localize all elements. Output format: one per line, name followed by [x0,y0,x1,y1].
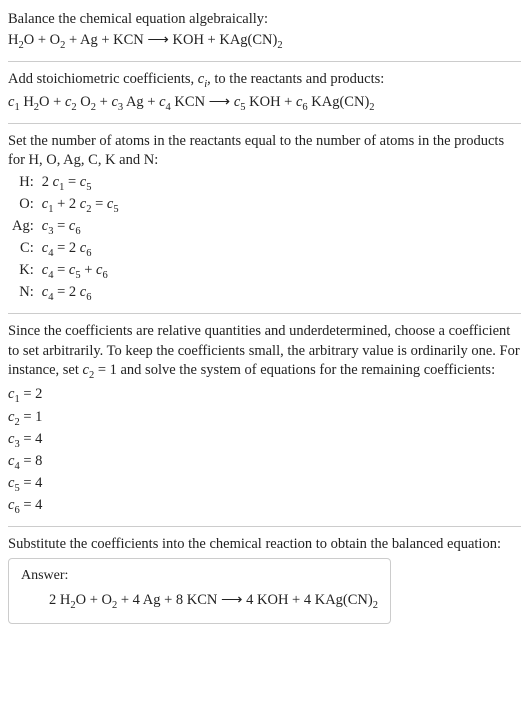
atom-label: O: [8,195,38,217]
coeff-item: c3 = 4 [8,430,521,452]
section-solve: Since the coefficients are relative quan… [8,318,521,522]
atom-label: C: [8,239,38,261]
section-answer: Substitute the coefficients into the che… [8,531,521,629]
divider [8,123,521,124]
coeff-item: c6 = 4 [8,496,521,518]
divider [8,313,521,314]
table-row: N:c4 = 2 c6 [8,283,123,305]
atom-equation: c4 = 2 c6 [38,283,123,305]
atom-label: K: [8,261,38,283]
divider [8,61,521,62]
atom-equation: c4 = c5 + c6 [38,261,123,283]
answer-box: Answer: 2 H2O + O2 + 4 Ag + 8 KCN ⟶ 4 KO… [8,558,391,624]
section-atoms: Set the number of atoms in the reactants… [8,128,521,310]
atom-label: N: [8,283,38,305]
atom-label: H: [8,173,38,195]
atom-equation: c1 + 2 c2 = c5 [38,195,123,217]
stoich-text: Add stoichiometric coefficients, ci, to … [8,70,521,92]
atom-equation: c4 = 2 c6 [38,239,123,261]
coeff-item: c1 = 2 [8,385,521,407]
solve-intro: Since the coefficients are relative quan… [8,322,521,383]
divider [8,526,521,527]
atoms-intro: Set the number of atoms in the reactants… [8,132,521,171]
answer-intro: Substitute the coefficients into the che… [8,535,521,555]
table-row: C:c4 = 2 c6 [8,239,123,261]
stoich-equation: c1 H2O + c2 O2 + c3 Ag + c4 KCN ⟶ c5 KOH… [8,92,521,115]
table-row: K:c4 = c5 + c6 [8,261,123,283]
section-stoichiometric: Add stoichiometric coefficients, ci, to … [8,66,521,119]
atoms-table: H:2 c1 = c5O:c1 + 2 c2 = c5Ag:c3 = c6C:c… [8,173,123,305]
coeff-list: c1 = 2c2 = 1c3 = 4c4 = 8c5 = 4c6 = 4 [8,385,521,517]
section-problem: Balance the chemical equation algebraica… [8,6,521,57]
table-row: O:c1 + 2 c2 = c5 [8,195,123,217]
atom-label: Ag: [8,217,38,239]
answer-label: Answer: [21,567,378,586]
table-row: H:2 c1 = c5 [8,173,123,195]
coeff-item: c5 = 4 [8,474,521,496]
atom-equation: 2 c1 = c5 [38,173,123,195]
answer-equation: 2 H2O + O2 + 4 Ag + 8 KCN ⟶ 4 KOH + 4 KA… [21,590,378,613]
table-row: Ag:c3 = c6 [8,217,123,239]
coeff-item: c2 = 1 [8,408,521,430]
problem-equation: H2O + O2 + Ag + KCN ⟶ KOH + KAg(CN)2 [8,30,521,53]
problem-title: Balance the chemical equation algebraica… [8,10,521,30]
atom-equation: c3 = c6 [38,217,123,239]
coeff-item: c4 = 8 [8,452,521,474]
